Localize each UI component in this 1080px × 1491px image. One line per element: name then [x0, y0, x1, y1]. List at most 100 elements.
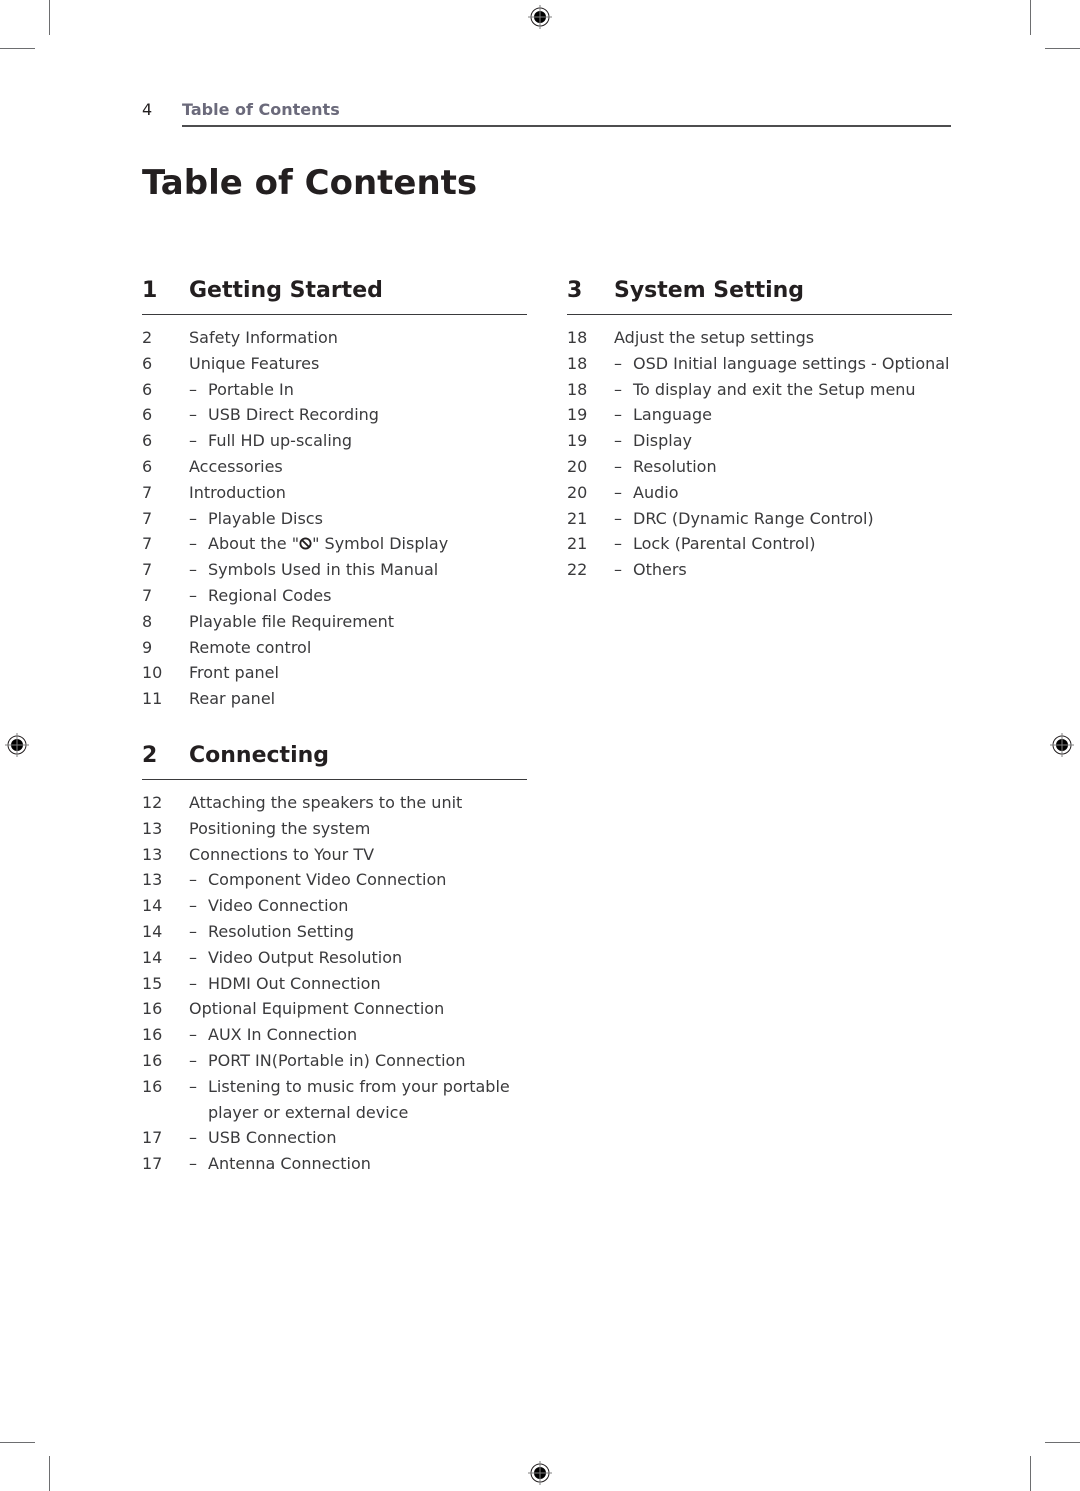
toc-entry-text: – USB Connection	[189, 1125, 527, 1151]
section-connecting: 2 Connecting 12 Attaching the speakers to…	[142, 743, 527, 1177]
dash-bullet: –	[614, 379, 622, 399]
toc-entry-page: 16	[142, 1025, 163, 1045]
toc-entry[interactable]: 14 – Video Output Resolution	[142, 945, 527, 971]
toc-entry[interactable]: 7 – About the " " Symbol Display	[142, 531, 527, 557]
toc-entry[interactable]: 14 – Resolution Setting	[142, 919, 527, 945]
toc-entry-text: – Symbols Used in this Manual	[189, 557, 527, 583]
toc-entry[interactable]: 19 – Language	[567, 402, 952, 428]
toc-entry[interactable]: 13 Connections to Your TV	[142, 842, 527, 868]
toc-entry[interactable]: 6 Unique Features	[142, 351, 527, 377]
dash-bullet: –	[614, 508, 622, 528]
section-title: Connecting	[189, 743, 330, 768]
toc-entry[interactable]: 6 – USB Direct Recording	[142, 402, 527, 428]
toc-entry[interactable]: 9 Remote control	[142, 635, 527, 661]
header-page-number: 4	[142, 100, 153, 119]
section-title: Getting Started	[189, 278, 383, 303]
toc-entry-page: 16	[142, 1050, 163, 1070]
toc-entry-page: 13	[142, 870, 163, 890]
header-title: Table of Contents	[182, 100, 340, 119]
dash-bullet: –	[189, 431, 197, 451]
toc-entry[interactable]: 18 – To display and exit the Setup menu	[567, 377, 952, 403]
section-heading: 2 Connecting	[142, 743, 527, 780]
toc-entry[interactable]: 18 Adjust the setup settings	[567, 325, 952, 351]
toc-entry-page: 13	[142, 844, 163, 864]
toc-entry-text: – Listening to music from your portable p…	[189, 1074, 527, 1126]
toc-entry-page: 18	[567, 328, 588, 347]
toc-entry[interactable]: 21 – DRC (Dynamic Range Control)	[567, 506, 952, 532]
toc-entry[interactable]: 16 Optional Equipment Connection	[142, 996, 527, 1022]
toc-entry[interactable]: 20 – Resolution	[567, 454, 952, 480]
dash-bullet: –	[189, 560, 197, 580]
toc-entry[interactable]: 7 Introduction	[142, 480, 527, 506]
toc-entry-page: 14	[142, 896, 163, 916]
toc-entry[interactable]: 16 – PORT IN(Portable in) Connection	[142, 1048, 527, 1074]
toc-entry[interactable]: 17 – USB Connection	[142, 1125, 527, 1151]
toc-entry-page: 6	[142, 353, 153, 373]
toc-entry-text: – AUX In Connection	[189, 1022, 527, 1048]
toc-entry-page: 20	[567, 482, 588, 502]
toc-entry[interactable]: 17 – Antenna Connection	[142, 1151, 527, 1177]
dash-bullet: –	[189, 921, 197, 941]
toc-entry-page: 15	[142, 973, 163, 993]
toc-entry[interactable]: 7 – Regional Codes	[142, 583, 527, 609]
toc-entry[interactable]: 21 – Lock (Parental Control)	[567, 531, 952, 557]
toc-entry[interactable]: 7 – Symbols Used in this Manual	[142, 557, 527, 583]
crop-mark-top-left-vertical	[49, 0, 50, 35]
dash-bullet: –	[614, 431, 622, 451]
section-number: 1	[142, 278, 158, 303]
toc-entry[interactable]: 19 – Display	[567, 428, 952, 454]
running-header: 4 Table of Contents	[142, 100, 951, 127]
dash-bullet: –	[189, 379, 197, 399]
toc-entry[interactable]: 7 – Playable Discs	[142, 506, 527, 532]
toc-entry[interactable]: 20 – Audio	[567, 480, 952, 506]
section-heading: 3 System Setting	[567, 278, 952, 315]
toc-entry[interactable]: 6 – Full HD up-scaling	[142, 428, 527, 454]
toc-entry-page: 9	[142, 637, 153, 657]
toc-entry-text: – OSD Initial language settings - Optiona…	[614, 351, 952, 377]
toc-entry-page: 16	[142, 1076, 163, 1096]
toc-entry[interactable]: 10 Front panel	[142, 660, 527, 686]
toc-entry[interactable]: 14 – Video Connection	[142, 893, 527, 919]
toc-entry-page: 8	[142, 611, 153, 631]
toc-entry[interactable]: 18 – OSD Initial language settings - Optio…	[567, 351, 952, 377]
toc-entry[interactable]: 16 – AUX In Connection	[142, 1022, 527, 1048]
toc-entry-text: – Video Output Resolution	[189, 945, 527, 971]
crop-mark-top-right-vertical	[1030, 0, 1031, 35]
dash-bullet: –	[614, 534, 622, 554]
toc-entry[interactable]: 16 – Listening to music from your portable…	[142, 1074, 527, 1126]
dash-bullet: –	[189, 508, 197, 528]
registration-mark-top-icon	[528, 5, 552, 29]
toc-entry[interactable]: 11 Rear panel	[142, 686, 527, 712]
toc-entry-page: 22	[567, 560, 588, 580]
toc-entry-page: 7	[142, 482, 153, 502]
toc-entry[interactable]: 12 Attaching the speakers to the unit	[142, 790, 527, 816]
toc-entry[interactable]: 2 Safety Information	[142, 325, 527, 351]
toc-entry-text: – Regional Codes	[189, 583, 527, 609]
toc-entry[interactable]: 6 – Portable In	[142, 377, 527, 403]
toc-entry-page: 18	[567, 379, 588, 399]
toc-entry[interactable]: 22 – Others	[567, 557, 952, 583]
toc-entry-page: 14	[142, 921, 163, 941]
toc-entry-text: – HDMI Out Connection	[189, 971, 527, 997]
toc-entry-page: 10	[142, 663, 163, 683]
toc-entry-page: 16	[142, 999, 163, 1019]
toc-entry-page: 12	[142, 793, 163, 812]
toc-entry[interactable]: 13 – Component Video Connection	[142, 867, 527, 893]
toc-entry-page: 11	[142, 689, 163, 709]
toc-entry-page: 19	[567, 405, 588, 425]
toc-entry-text: Optional Equipment Connection	[189, 999, 445, 1019]
toc-entry-page: 7	[142, 585, 153, 605]
toc-entry[interactable]: 13 Positioning the system	[142, 816, 527, 842]
toc-entry-page: 6	[142, 431, 153, 451]
toc-entry[interactable]: 15 – HDMI Out Connection	[142, 971, 527, 997]
registration-mark-bottom-icon	[528, 1461, 552, 1485]
toc-entry-text: Safety Information	[189, 328, 338, 347]
toc-entry[interactable]: 8 Playable file Requirement	[142, 609, 527, 635]
dash-bullet: –	[614, 482, 622, 502]
toc-entry-page: 21	[567, 534, 588, 554]
toc-entry-text: – Audio	[614, 480, 952, 506]
toc-entry-page: 13	[142, 818, 163, 838]
toc-entry[interactable]: 6 Accessories	[142, 454, 527, 480]
toc-entry-text: Accessories	[189, 456, 283, 476]
section-number: 2	[142, 743, 158, 768]
